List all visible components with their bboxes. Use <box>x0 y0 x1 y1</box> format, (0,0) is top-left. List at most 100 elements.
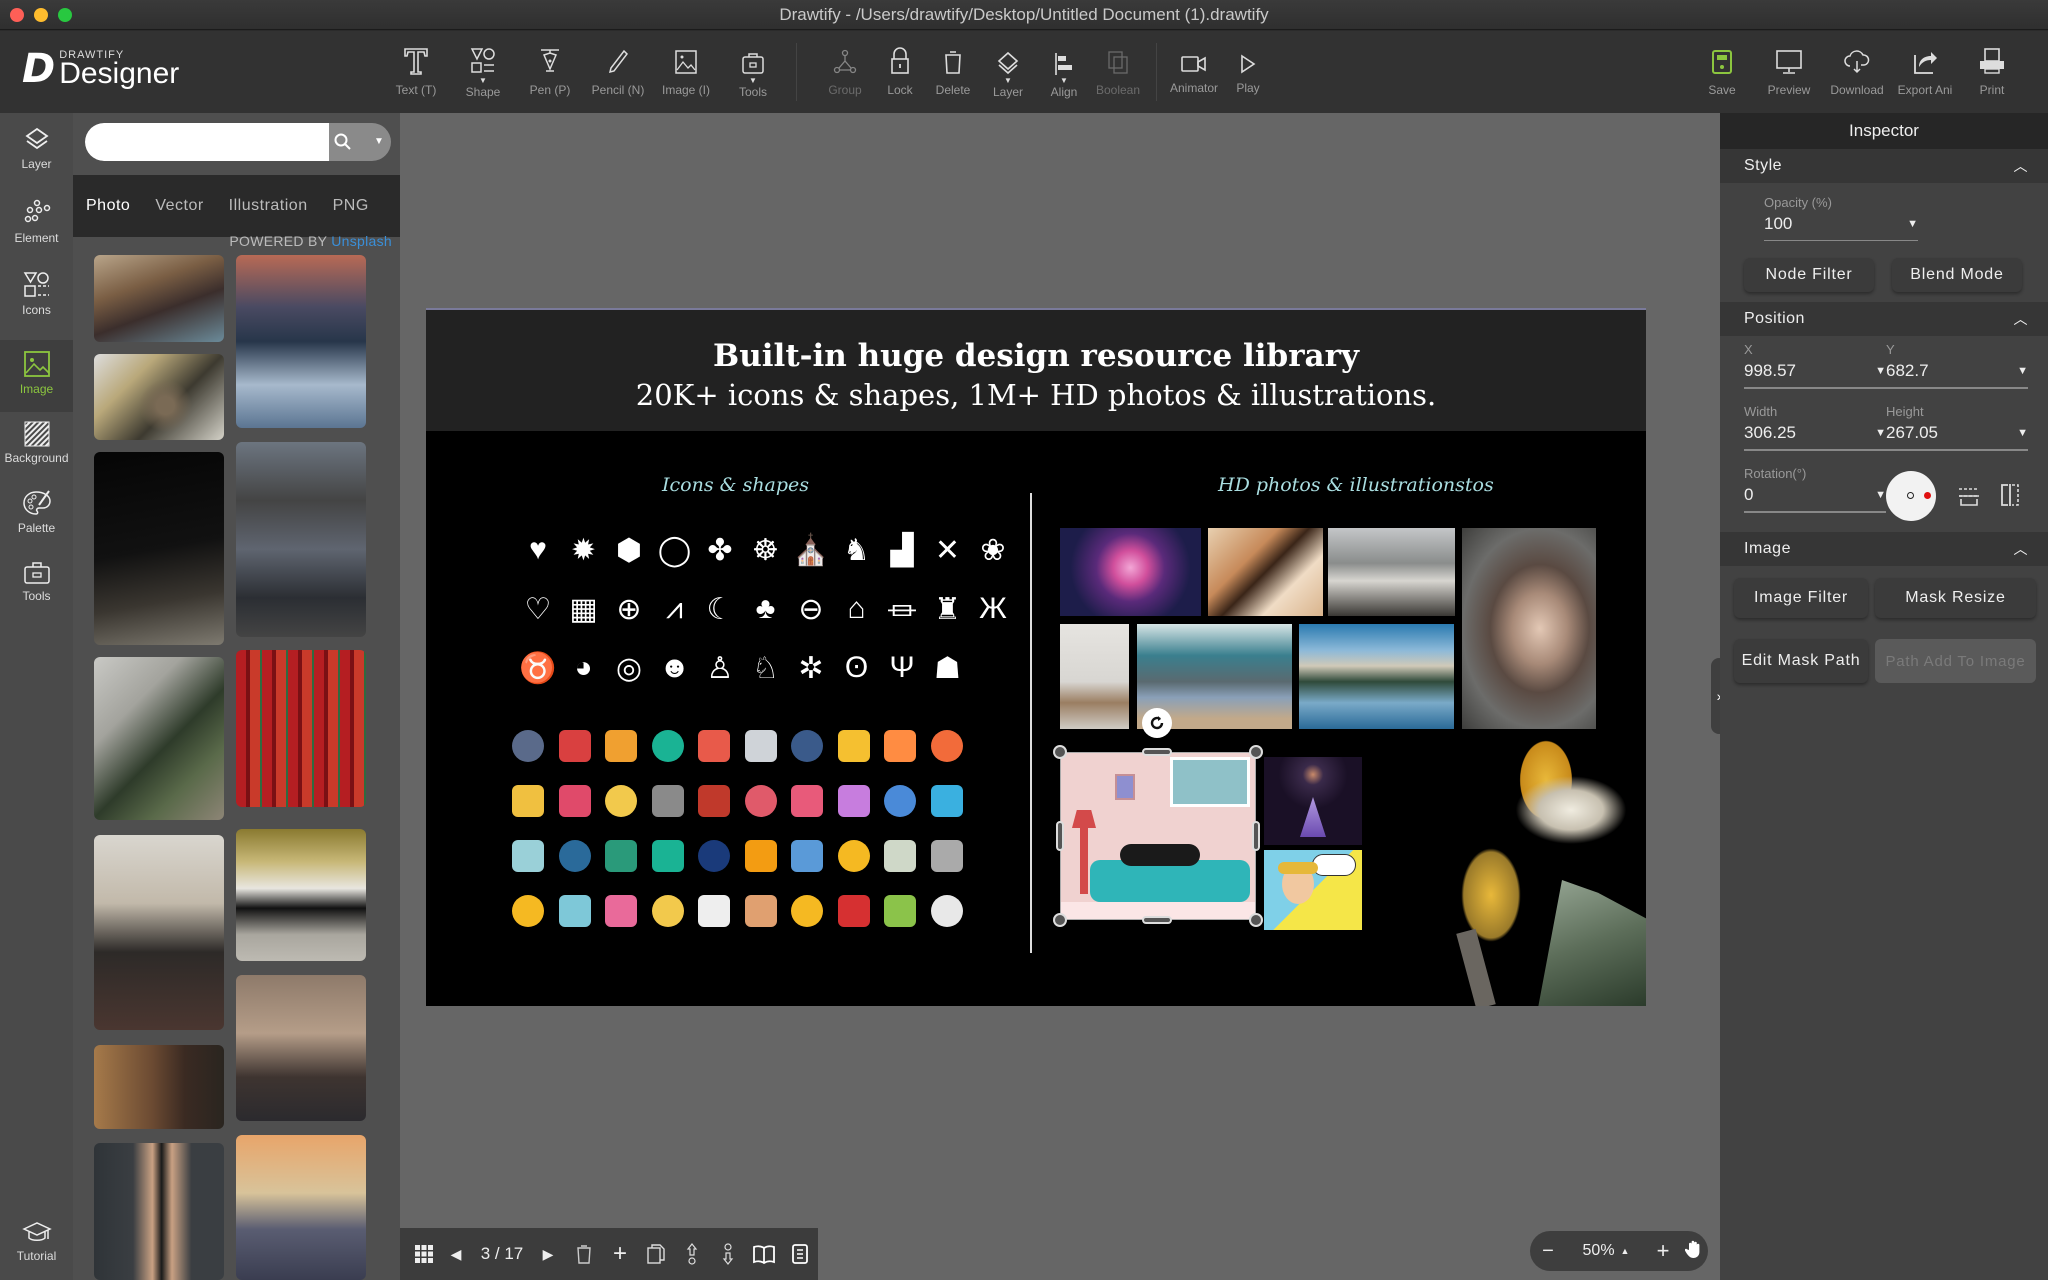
pencil-tool-button[interactable]: Pencil (N) <box>586 31 650 113</box>
reading-man-icon[interactable]: ♙ <box>698 646 742 690</box>
resize-handle-bottom-right[interactable] <box>1249 913 1263 927</box>
photo-thumbnail[interactable] <box>94 835 224 1030</box>
rotation-value[interactable]: 0 <box>1744 485 1753 505</box>
photo-thumbnail[interactable] <box>94 354 224 440</box>
style-section-header[interactable]: Style ︿ <box>1720 149 2048 183</box>
rotation-field[interactable]: Rotation(°) 0 ▼ <box>1744 466 1886 513</box>
flip-horizontal-button[interactable] <box>1998 483 2022 512</box>
pan-hand-button[interactable] <box>1680 1239 1708 1264</box>
image-filter-button[interactable]: Image Filter <box>1734 578 1868 618</box>
barcode-icon[interactable] <box>925 834 969 878</box>
width-field[interactable]: Width 306.25 ▼ <box>1744 404 1886 451</box>
sidebar-item-background[interactable]: Background <box>0 413 73 485</box>
pen-tool-button[interactable]: Pen (P) <box>522 31 578 113</box>
flamingo-icon[interactable] <box>599 889 643 933</box>
tab-vector[interactable]: Vector <box>155 197 203 215</box>
y-value[interactable]: 682.7 <box>1886 361 1929 381</box>
selection-box[interactable] <box>1060 752 1256 920</box>
exchange-dollar-icon[interactable] <box>739 834 783 878</box>
illustration-parrots-lilies[interactable] <box>1366 730 1646 1006</box>
bananas-icon[interactable]: ☾ <box>698 587 742 631</box>
gamepad-icon[interactable] <box>692 889 736 933</box>
minimize-window-button[interactable] <box>34 8 48 22</box>
print-button[interactable]: Print <box>1970 31 2014 113</box>
idea-head-icon[interactable] <box>925 779 969 823</box>
guitar-pick-icon[interactable] <box>832 724 876 768</box>
photo-portrait[interactable] <box>1462 528 1596 729</box>
desk-worker-icon[interactable] <box>878 779 922 823</box>
height-field[interactable]: Height 267.05 ▼ <box>1886 404 2028 451</box>
sidebar-item-image[interactable]: Image <box>0 340 73 412</box>
photo-living-room[interactable] <box>1060 624 1129 729</box>
penguin-icon[interactable]: ☗ <box>926 646 970 690</box>
icons-section-title[interactable]: Icons & shapes <box>662 474 809 496</box>
sidebar-item-tools[interactable]: Tools <box>0 561 73 623</box>
opacity-value[interactable]: 100 <box>1764 214 1792 234</box>
globe-dollar-icon[interactable]: ⊕ <box>607 587 651 631</box>
popcorn-icon[interactable] <box>506 889 550 933</box>
photo-thumbnail[interactable] <box>236 650 366 807</box>
mask-icon[interactable]: ◎ <box>607 646 651 690</box>
bitcoin-icon[interactable] <box>832 834 876 878</box>
group-button[interactable]: Group <box>820 31 870 113</box>
illustration-pop-art-woman[interactable] <box>1264 850 1362 930</box>
paint-palette-icon[interactable]: ◕ <box>562 646 606 690</box>
slide-subheading[interactable]: 20K+ icons & shapes, 1M+ HD photos & ill… <box>426 378 1646 412</box>
page-list-button[interactable] <box>782 1228 818 1280</box>
music-icon[interactable] <box>925 724 969 768</box>
zoom-in-button[interactable]: + <box>1646 1238 1680 1264</box>
tab-photo[interactable]: Photo <box>86 197 130 215</box>
download-button[interactable]: Download <box>1826 31 1888 113</box>
video-player-icon[interactable] <box>785 779 829 823</box>
head-gears-icon[interactable]: ☻ <box>653 646 697 690</box>
illustration-fantasy-angel[interactable] <box>1264 757 1362 845</box>
teddy-bear-icon[interactable]: ʘ <box>835 646 879 690</box>
resize-handle-right[interactable] <box>1252 821 1260 851</box>
pages-grid-button[interactable] <box>410 1228 438 1280</box>
photo-mother-baby[interactable] <box>1208 528 1323 616</box>
cash-register-icon[interactable] <box>878 834 922 878</box>
palace-icon[interactable] <box>832 779 876 823</box>
bull-icon[interactable]: ♉ <box>516 646 560 690</box>
guitar-icon[interactable] <box>739 779 783 823</box>
capitol-icon[interactable]: ⌂ <box>835 587 879 631</box>
shape-tool-button[interactable]: ▼ Shape <box>458 31 508 113</box>
export-animation-button[interactable]: Export Ani <box>1892 31 1958 113</box>
tab-illustration[interactable]: Illustration <box>229 197 308 215</box>
delete-button[interactable]: Delete <box>930 31 976 113</box>
height-value[interactable]: 267.05 <box>1886 423 1938 443</box>
pen-tool-icon[interactable] <box>692 779 736 823</box>
animator-button[interactable]: Animator <box>1164 31 1224 113</box>
film-reel-icon[interactable] <box>553 889 597 933</box>
layer-button[interactable]: ▼ Layer <box>986 31 1030 113</box>
alarm-clock-icon[interactable] <box>646 724 690 768</box>
image-tool-button[interactable]: Image (I) <box>656 31 716 113</box>
cheetah-icon[interactable] <box>785 889 829 933</box>
x-value[interactable]: 998.57 <box>1744 361 1796 381</box>
gear-machine-icon[interactable] <box>785 724 829 768</box>
move-page-up-button[interactable] <box>674 1228 710 1280</box>
photos-section-title[interactable]: HD photos & illustrationstos <box>1218 474 1494 496</box>
slide-heading[interactable]: Built-in huge design resource library <box>426 310 1646 374</box>
sidebar-item-icons[interactable]: Icons <box>0 271 73 333</box>
opacity-field[interactable]: Opacity (%) 100 ▼ <box>1764 195 1918 241</box>
horse-head-icon[interactable]: ♘ <box>744 646 788 690</box>
sidebar-item-element[interactable]: Element <box>0 199 73 261</box>
cathedral-icon[interactable]: ⛪ <box>789 528 833 572</box>
resize-handle-top-left[interactable] <box>1053 745 1067 759</box>
photo-woman-sofa[interactable] <box>1328 528 1455 616</box>
sidebar-item-palette[interactable]: Palette <box>0 489 73 551</box>
resize-handle-bottom-left[interactable] <box>1053 913 1067 927</box>
search-filter-dropdown-icon[interactable]: ▼ <box>374 136 384 147</box>
quatrefoil-icon[interactable]: ✤ <box>698 528 742 572</box>
line-chart-icon[interactable]: ⩘ <box>653 587 697 631</box>
love-flowers-icon[interactable]: ❀ <box>971 528 1015 572</box>
bank-icon[interactable]: ⏛ <box>880 587 924 631</box>
zoom-out-button[interactable]: − <box>1530 1240 1566 1263</box>
rotate-handle[interactable] <box>1142 708 1172 738</box>
photo-thumbnail[interactable] <box>94 1143 224 1280</box>
house-icon[interactable] <box>553 724 597 768</box>
ring-icon[interactable]: ◯ <box>653 528 697 572</box>
photo-thumbnail[interactable] <box>236 255 366 428</box>
resize-handle-top-right[interactable] <box>1249 745 1263 759</box>
